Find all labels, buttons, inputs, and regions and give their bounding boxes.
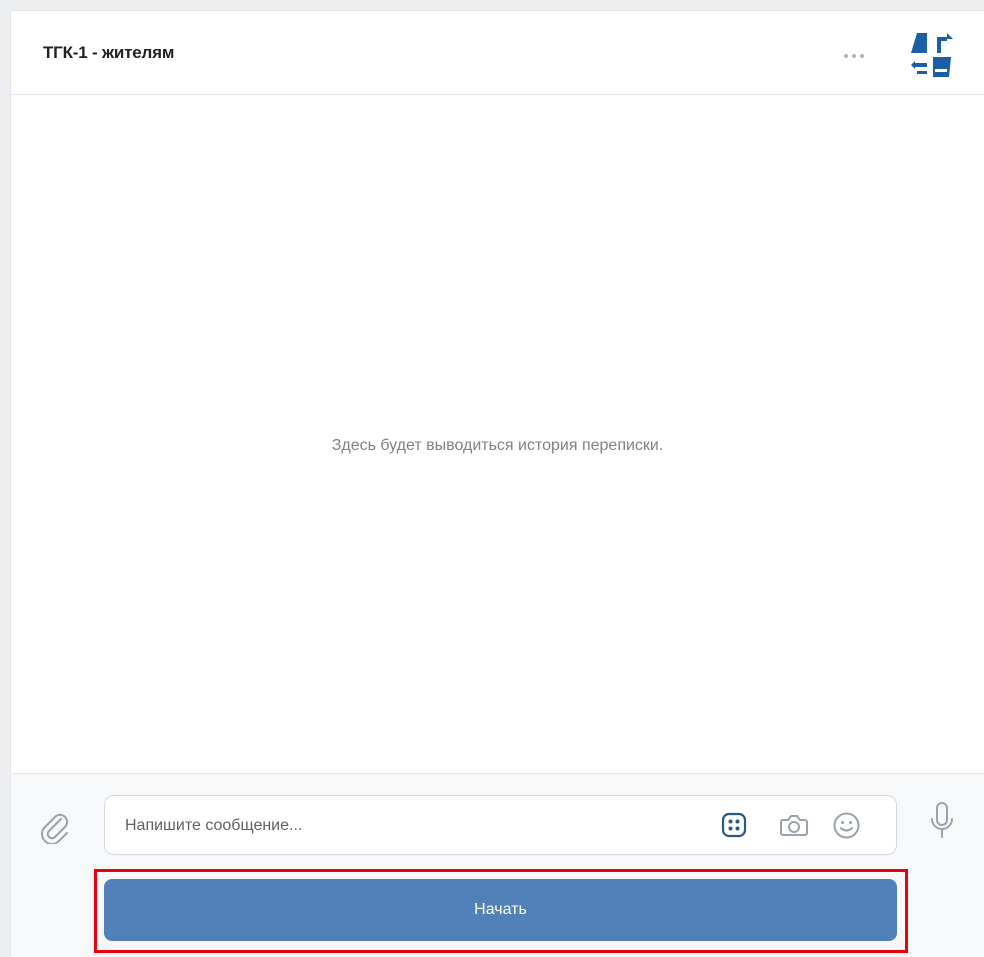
chat-title: ТГК-1 - жителям [43,43,175,62]
chat-header: ТГК-1 - жителям [11,11,984,95]
empty-history-text: Здесь будет выводиться история переписки… [331,437,664,454]
message-input[interactable] [123,796,687,856]
microphone-icon[interactable] [927,800,957,842]
chat-panel: ТГК-1 - жителям Здесь будет выводиться и… [10,10,984,957]
message-input-wrapper [104,795,897,856]
more-icon[interactable] [837,49,871,63]
smile-icon[interactable] [832,811,861,840]
camera-icon[interactable] [779,811,809,839]
message-composer: Начать [11,773,984,957]
paperclip-icon[interactable] [37,810,71,844]
community-logo[interactable] [903,27,959,83]
start-button[interactable]: Начать [104,879,897,941]
bot-keyboard-icon[interactable] [721,812,747,838]
